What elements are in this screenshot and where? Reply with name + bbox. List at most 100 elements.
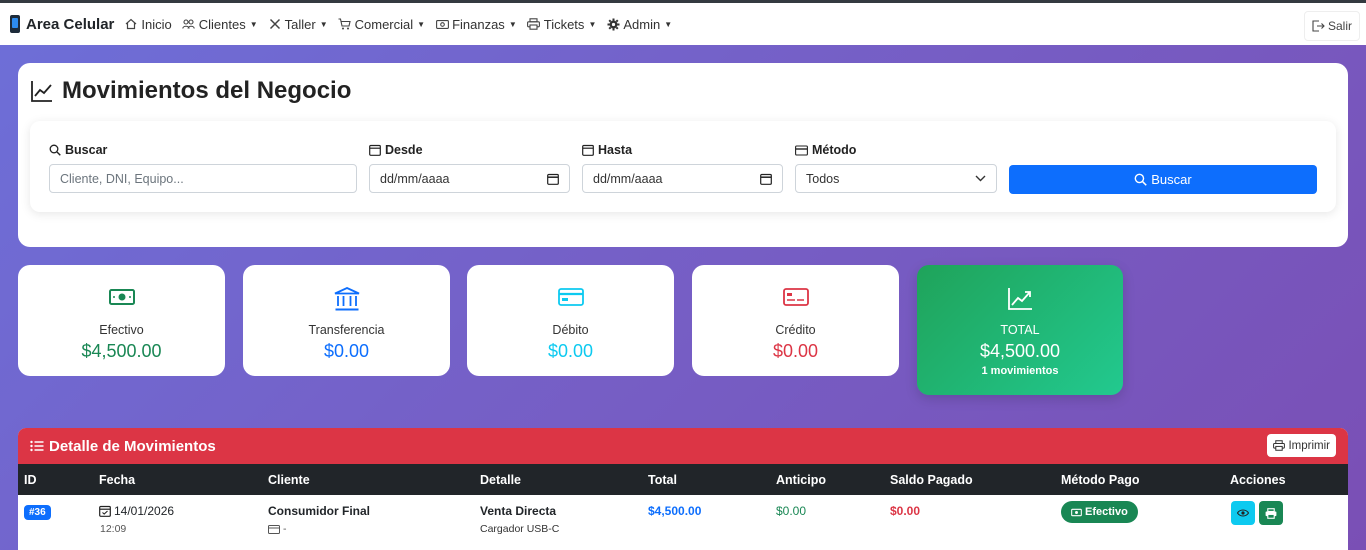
calendar-icon[interactable] — [760, 173, 772, 185]
line-chart-icon — [30, 79, 62, 103]
row-total: $4,500.00 — [648, 504, 702, 518]
chevron-down-icon: ▼ — [417, 19, 426, 29]
chevron-down-icon: ▼ — [588, 19, 597, 29]
row-date-value: 14/01/2026 — [114, 504, 175, 518]
to-date-label: Hasta — [582, 143, 783, 157]
stat-transferencia-label: Transferencia — [308, 323, 385, 337]
column-header-total[interactable]: Total — [648, 473, 677, 487]
row-method-badge: Efectivo — [1061, 501, 1138, 523]
eye-icon — [1237, 509, 1249, 517]
column-header-acciones[interactable]: Acciones — [1230, 473, 1286, 487]
column-header-detalle[interactable]: Detalle — [480, 473, 521, 487]
stat-efectivo: Efectivo $4,500.00 — [18, 265, 225, 376]
printer-icon — [1265, 507, 1277, 519]
brand-name: Area Celular — [26, 15, 115, 33]
method-group: Método Todos — [795, 143, 997, 193]
nav-tickets[interactable]: Tickets ▼ — [527, 16, 597, 32]
print-button[interactable]: Imprimir — [1267, 434, 1336, 457]
column-header-id[interactable]: ID — [24, 473, 37, 487]
column-header-metodo-pago[interactable]: Método Pago — [1061, 473, 1139, 487]
nav-tickets-label: Tickets — [543, 16, 585, 32]
list-icon — [30, 440, 49, 452]
calendar-icon — [369, 144, 385, 156]
printer-icon — [527, 17, 541, 31]
header-card: Movimientos del Negocio Buscar Cliente, … — [18, 63, 1348, 247]
search-icon — [1134, 173, 1151, 186]
print-row-button[interactable] — [1259, 501, 1283, 525]
bank-icon — [243, 287, 450, 311]
nav-clientes-label: Clientes — [198, 16, 246, 32]
row-client-doc-value: - — [283, 523, 287, 535]
home-icon — [124, 17, 138, 31]
row-date: 14/01/2026 — [99, 504, 174, 518]
search-group: Buscar Cliente, DNI, Equipo... — [49, 143, 357, 193]
stat-efectivo-value: $4,500.00 — [81, 341, 162, 361]
tools-icon — [268, 17, 282, 31]
stat-debito-label: Débito — [552, 323, 589, 337]
row-detail-sub: Cargador USB-C — [480, 523, 560, 535]
stat-debito: Débito $0.00 — [467, 265, 674, 376]
cash-icon — [1071, 508, 1085, 517]
id-card-icon — [268, 524, 280, 534]
search-placeholder: Cliente, DNI, Equipo... — [60, 171, 184, 186]
print-button-label: Imprimir — [1288, 439, 1330, 452]
stat-total-count: 1 movimientos — [981, 365, 1059, 377]
nav-inicio[interactable]: Inicio — [124, 16, 172, 32]
to-date-value: dd/mm/aaaa — [593, 171, 663, 186]
chevron-down-icon: ▼ — [319, 19, 328, 29]
method-select[interactable]: Todos — [795, 164, 997, 193]
row-paid-balance: $0.00 — [890, 504, 921, 518]
row-detail-title: Venta Directa — [480, 504, 557, 518]
filter-panel: Buscar Cliente, DNI, Equipo... Desde dd/… — [30, 121, 1336, 212]
cash-icon — [18, 287, 225, 307]
nav-finanzas-label: Finanzas — [452, 16, 505, 32]
column-header-saldo-pagado[interactable]: Saldo Pagado — [890, 473, 973, 487]
users-icon — [182, 17, 196, 31]
chevron-down-icon — [975, 175, 986, 182]
table-header: ID Fecha Cliente Detalle Total Anticipo … — [18, 464, 1348, 495]
credit-card-icon — [795, 144, 812, 156]
to-date-group: Hasta dd/mm/aaaa — [582, 143, 783, 193]
trend-up-icon — [917, 287, 1123, 311]
logout-icon — [1312, 20, 1325, 32]
search-button[interactable]: Buscar — [1009, 165, 1317, 194]
row-client-name: Consumidor Final — [268, 504, 370, 518]
calendar-icon — [582, 144, 598, 156]
from-date-input[interactable]: dd/mm/aaaa — [369, 164, 570, 193]
row-time-value: 12:09 — [100, 523, 127, 535]
search-input[interactable]: Cliente, DNI, Equipo... — [49, 164, 357, 193]
stat-total-value: $4,500.00 — [979, 341, 1061, 361]
nav-clientes[interactable]: Clientes ▼ — [182, 17, 258, 32]
column-header-cliente[interactable]: Cliente — [268, 473, 310, 487]
stat-debito-value: $0.00 — [547, 341, 594, 361]
to-date-input[interactable]: dd/mm/aaaa — [582, 164, 783, 193]
stat-efectivo-label: Efectivo — [99, 323, 144, 337]
table-row: #36 14/01/2026 12:09 Consumidor Final - … — [18, 495, 1348, 550]
logout-button[interactable]: Salir — [1303, 11, 1360, 41]
nav-comercial[interactable]: Comercial ▼ — [338, 17, 425, 32]
view-button[interactable] — [1231, 501, 1255, 525]
nav-taller[interactable]: Taller ▼ — [268, 17, 328, 32]
stat-credito: Crédito $0.00 — [692, 265, 899, 376]
credit-card-icon — [692, 287, 899, 307]
method-label: Método — [795, 143, 997, 157]
stat-total-label: TOTAL — [1000, 323, 1040, 337]
row-id-badge: #36 — [24, 505, 51, 520]
nav-inicio-label: Inicio — [141, 16, 172, 32]
logout-label: Salir — [1327, 19, 1352, 33]
chevron-down-icon: ▼ — [249, 19, 258, 29]
nav-admin[interactable]: Admin ▼ — [606, 17, 672, 32]
debit-card-icon — [467, 287, 674, 307]
page-title: Movimientos del Negocio — [30, 77, 351, 105]
nav-finanzas[interactable]: Finanzas ▼ — [435, 17, 517, 32]
detail-header: Detalle de Movimientos Imprimir — [18, 428, 1348, 464]
calendar-icon[interactable] — [547, 173, 559, 185]
column-header-anticipo[interactable]: Anticipo — [776, 473, 826, 487]
stat-credito-value: $0.00 — [772, 341, 819, 361]
brand-link[interactable]: Area Celular — [10, 15, 114, 33]
cash-icon — [435, 17, 449, 31]
to-date-label-text: Hasta — [598, 143, 633, 157]
search-button-label: Buscar — [1151, 172, 1192, 187]
stat-credito-label: Crédito — [775, 323, 816, 337]
column-header-fecha[interactable]: Fecha — [99, 473, 135, 487]
